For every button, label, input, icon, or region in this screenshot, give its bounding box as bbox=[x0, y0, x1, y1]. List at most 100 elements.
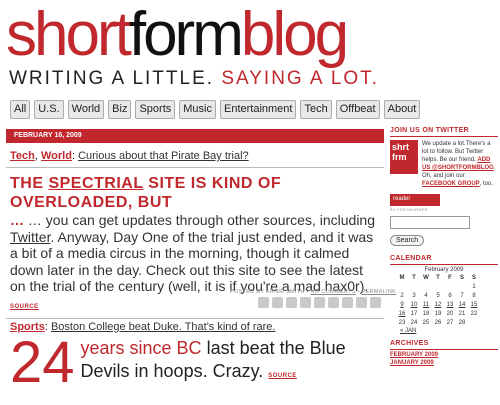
reader-badge[interactable]: reader bbox=[390, 194, 440, 206]
reader-badge-sub: BY FEEDBURNER bbox=[390, 207, 428, 212]
twitter-end: , too. bbox=[479, 181, 494, 187]
facebook-group-link[interactable]: FACEBOOK GROUP bbox=[422, 181, 480, 187]
nav-tech[interactable]: Tech bbox=[300, 100, 332, 119]
post-boston-college: Sports: Boston College beat Duke. That's… bbox=[10, 321, 380, 395]
calendar-day: 2 bbox=[400, 292, 404, 299]
calendar-day: 7 bbox=[460, 292, 464, 299]
nav-sports[interactable]: Sports bbox=[135, 100, 176, 119]
search-button[interactable]: Search bbox=[390, 235, 425, 246]
category-world[interactable]: World bbox=[41, 150, 72, 162]
calendar-day-header: T bbox=[436, 274, 440, 281]
twitter-logo[interactable]: shrt frm bbox=[390, 140, 418, 174]
twitter-blurb: We update a lot.There's a lot to follow.… bbox=[418, 140, 498, 188]
nav-us[interactable]: U.S. bbox=[34, 100, 64, 119]
logo-form: form bbox=[128, 0, 244, 69]
post-meta: POSTED BY ERNIE SMITH • NO COMMENTS • PE… bbox=[230, 289, 396, 295]
calendar-day: 8 bbox=[472, 292, 476, 299]
nav-biz[interactable]: Biz bbox=[108, 100, 132, 119]
sidebar: JOIN US ON TWITTER shrt frm We update a … bbox=[390, 127, 498, 366]
twitter-link[interactable]: Twitter bbox=[10, 229, 50, 245]
post-headline: THE SPECTRIAL SITE IS KIND OF OVERLOADED… bbox=[6, 174, 384, 212]
source-link[interactable]: SOURCE bbox=[268, 373, 297, 379]
calendar-heading: CALENDAR bbox=[390, 255, 498, 265]
calendar-day bbox=[432, 282, 444, 291]
post-divider bbox=[6, 318, 384, 319]
calendar-day: 5 bbox=[436, 292, 440, 299]
archives-heading: ARCHIVES bbox=[390, 340, 498, 350]
calendar-day-link[interactable]: 12 bbox=[432, 300, 444, 309]
share-icon[interactable] bbox=[328, 297, 339, 308]
calendar-day-link[interactable]: 9 bbox=[396, 300, 408, 309]
calendar-day: 24 bbox=[410, 319, 418, 326]
body-part-b: . Anyway, Day One of the trial just ende… bbox=[10, 228, 374, 295]
calendar-day-header: M bbox=[399, 274, 405, 281]
nav-all[interactable]: All bbox=[10, 100, 31, 119]
source-link[interactable]: SOURCE bbox=[10, 304, 39, 310]
post-title-link[interactable]: Boston College beat Duke. That's kind of… bbox=[51, 321, 275, 333]
calendar-day: 19 bbox=[434, 310, 442, 317]
archive-link[interactable]: FEBRUARY 2009 bbox=[390, 352, 498, 358]
nav-entertainment[interactable]: Entertainment bbox=[219, 100, 297, 119]
big-number-post: 24 years since BC last beat the Blue Dev… bbox=[10, 330, 380, 395]
logo-short: short bbox=[6, 0, 132, 69]
nav-music[interactable]: Music bbox=[179, 100, 216, 119]
calendar-day: 6 bbox=[448, 292, 452, 299]
calendar-prev-link[interactable]: « JAN bbox=[400, 328, 416, 334]
calendar-table: M T W T F S S 1 2 3 4 5 6 7 8 9 10 11 12… bbox=[396, 273, 480, 327]
tagline-part1: WRITING A LITTLE. bbox=[9, 68, 215, 89]
nav-about[interactable]: About bbox=[383, 100, 421, 119]
calendar-day: 20 bbox=[446, 310, 454, 317]
headline-pre: THE bbox=[10, 175, 49, 192]
calendar-day bbox=[396, 282, 408, 291]
calendar-day: 25 bbox=[422, 319, 430, 326]
big-number-text: years since BC last beat the Blue Devils… bbox=[81, 337, 380, 388]
calendar-day: 18 bbox=[422, 310, 430, 317]
share-icon[interactable] bbox=[286, 297, 297, 308]
category-colon: : bbox=[71, 150, 76, 162]
calendar-day-link[interactable]: 14 bbox=[456, 300, 468, 309]
calendar-day-link[interactable]: 16 bbox=[396, 309, 408, 318]
archive-link[interactable]: JANUARY 2009 bbox=[390, 360, 498, 366]
share-icon[interactable] bbox=[342, 297, 353, 308]
calendar-day: 23 bbox=[398, 319, 406, 326]
category-tech[interactable]: Tech bbox=[10, 150, 35, 162]
calendar-day-header: S bbox=[459, 274, 464, 281]
logo-blog: blog bbox=[240, 0, 349, 69]
calendar-day-link[interactable]: 13 bbox=[444, 300, 456, 309]
calendar-prev: « JAN bbox=[400, 328, 498, 334]
share-icon[interactable] bbox=[300, 297, 311, 308]
calendar-day: 17 bbox=[410, 310, 418, 317]
calendar-day-link[interactable]: 10 bbox=[408, 300, 420, 309]
share-icon[interactable] bbox=[370, 297, 381, 308]
post-title-link[interactable]: Curious about that Pirate Bay trial? bbox=[78, 150, 249, 162]
calendar-day-header: F bbox=[448, 274, 452, 281]
calendar-day-link[interactable]: 15 bbox=[468, 300, 480, 309]
calendar-day bbox=[408, 282, 420, 291]
tagline-part2: SAYING A LOT. bbox=[221, 68, 379, 89]
twitter-box: shrt frm We update a lot.There's a lot t… bbox=[390, 140, 498, 188]
calendar-day: 28 bbox=[458, 319, 466, 326]
comments-link[interactable]: NO COMMENTS bbox=[311, 289, 356, 295]
tagline: WRITING A LITTLE. SAYING A LOT. bbox=[9, 68, 379, 90]
calendar-day: 21 bbox=[458, 310, 466, 317]
big-number: 24 bbox=[10, 330, 75, 395]
calendar-day bbox=[468, 318, 480, 327]
calendar-day: 3 bbox=[412, 292, 416, 299]
search-input[interactable] bbox=[390, 216, 470, 229]
headline-link-spectrial[interactable]: SPECTRIAL bbox=[48, 175, 143, 192]
share-icon[interactable] bbox=[314, 297, 325, 308]
twitter-heading: JOIN US ON TWITTER bbox=[390, 127, 498, 137]
calendar-day-link[interactable]: 11 bbox=[420, 300, 432, 309]
share-icon[interactable] bbox=[272, 297, 283, 308]
calendar-day-header: S bbox=[471, 274, 476, 281]
calendar-day-header: W bbox=[423, 274, 429, 281]
calendar-day bbox=[420, 282, 432, 291]
headline-ellipsis: … bbox=[10, 212, 24, 228]
site-logo[interactable]: shortformblog bbox=[6, 0, 349, 70]
calendar-day bbox=[444, 282, 456, 291]
nav-world[interactable]: World bbox=[67, 100, 105, 119]
calendar-day: 1 bbox=[472, 283, 476, 290]
share-icon[interactable] bbox=[258, 297, 269, 308]
nav-offbeat[interactable]: Offbeat bbox=[335, 100, 380, 119]
share-icon[interactable] bbox=[356, 297, 367, 308]
